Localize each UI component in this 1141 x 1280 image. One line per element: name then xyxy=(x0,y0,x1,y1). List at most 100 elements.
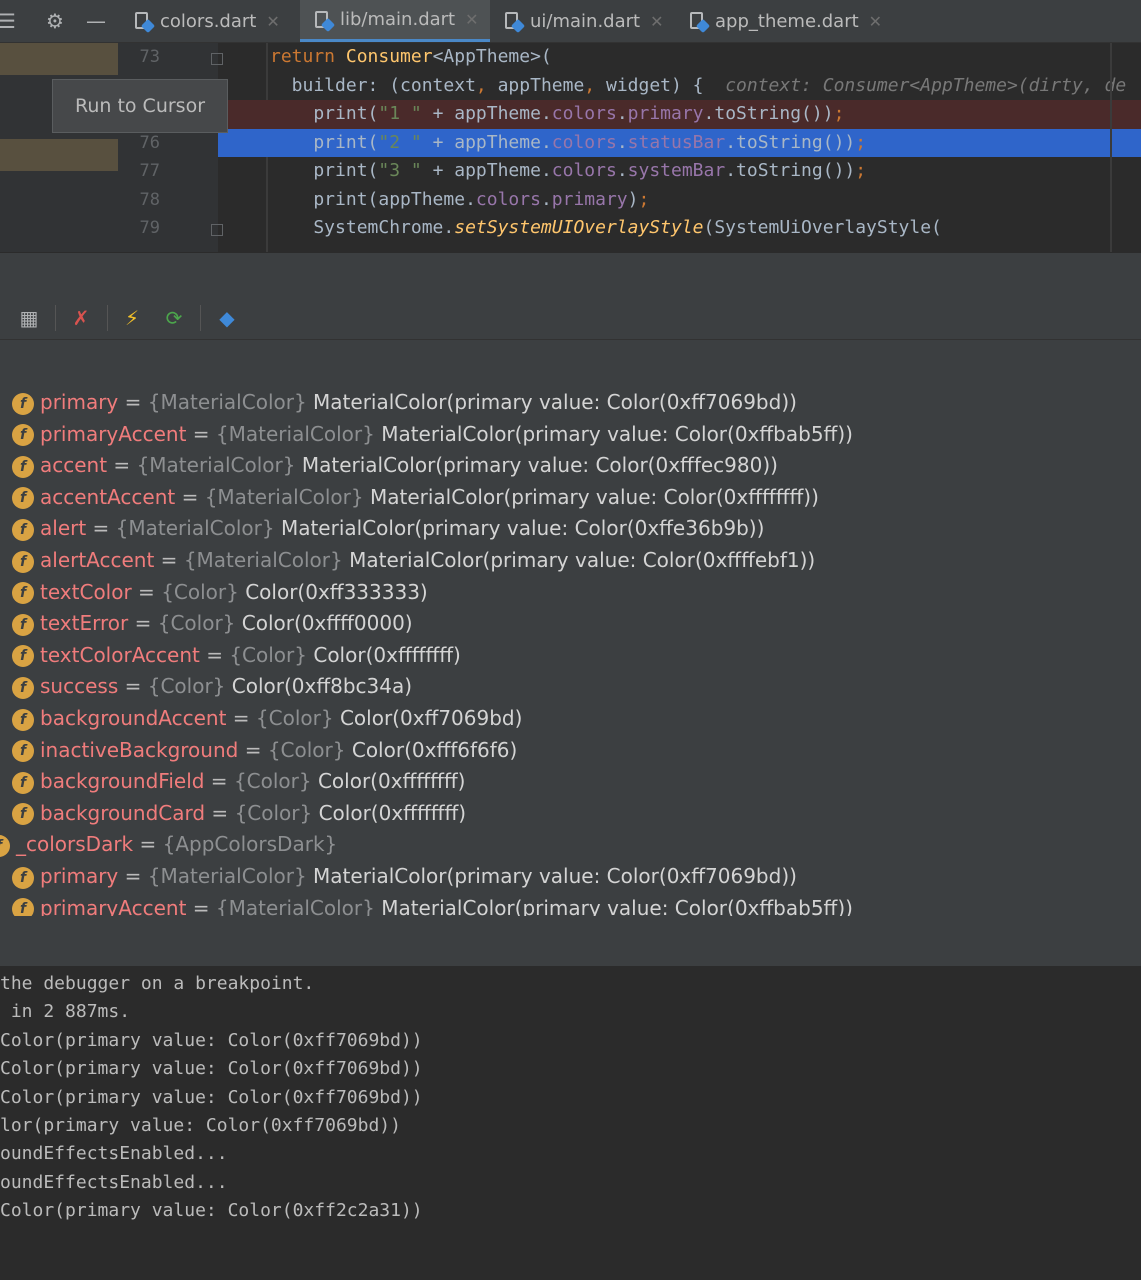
code-token: Consumer xyxy=(345,46,433,67)
code-token: widget) { xyxy=(605,74,726,96)
variable-row[interactable]: f primaryAccent = {MaterialColor} Materia… xyxy=(12,893,853,916)
code-token: .toString()) xyxy=(725,160,856,181)
code-token: .toString()) xyxy=(703,103,834,124)
variable-value: MaterialColor(primary value: Color(0xfff… xyxy=(349,548,816,572)
variable-name: alert xyxy=(40,516,87,541)
tab-label: lib/main.dart xyxy=(340,9,456,30)
code-line[interactable]: SystemChrome.setSystemUIOverlayStyle(Sys… xyxy=(218,214,1141,243)
variable-row[interactable]: f backgroundCard = {Color} Color(0xffffff… xyxy=(12,798,466,830)
close-icon[interactable]: ✕ xyxy=(869,12,882,31)
console-line: in 2 887ms. xyxy=(0,1001,131,1023)
variable-row[interactable]: f textColorAccent = {Color} Color(0xfffff… xyxy=(12,640,461,672)
code-token: , xyxy=(475,74,498,96)
code-token: builder: (context xyxy=(270,74,476,96)
gear-icon[interactable]: ⚙ xyxy=(40,6,70,36)
tab-ui-main-dart[interactable]: ui/main.dart ✕ xyxy=(490,0,675,42)
console-line: Color(primary value: Color(0xff7069bd)) xyxy=(0,1086,423,1108)
calculator-icon[interactable]: ▦ xyxy=(14,303,44,333)
variable-row[interactable]: f inactiveBackground = {Color} Color(0xff… xyxy=(12,735,517,767)
close-icon[interactable]: ✕ xyxy=(465,10,478,29)
variable-row[interactable]: f textColor = {Color} Color(0xff333333) xyxy=(12,577,428,609)
editor-tab-bar: ☰ ⚙ — colors.dart ✕ lib/main.dart ✕ ui/main.… xyxy=(0,0,1141,43)
field-icon: f xyxy=(12,708,34,731)
variable-name: alertAccent xyxy=(40,548,155,572)
equals-sign: = xyxy=(175,484,205,509)
variable-type: {MaterialColor} xyxy=(215,895,375,916)
equals-sign: = xyxy=(204,769,234,794)
tab-lib-main-dart[interactable]: lib/main.dart ✕ xyxy=(300,0,490,42)
variable-row[interactable]: f textError = {Color} Color(0xffff0000) xyxy=(12,608,413,640)
code-line[interactable]: builder: (context, appTheme, widget) { c… xyxy=(218,72,1141,101)
variable-value: MaterialColor(primary value: Color(0xffe… xyxy=(280,516,765,541)
variable-value: Color(0xffff0000) xyxy=(241,611,413,636)
debug-console[interactable]: the debugger on a breakpoint. in 2 887ms… xyxy=(0,967,1141,1280)
variable-name: accent xyxy=(40,453,108,478)
variable-name: _colorsDark xyxy=(16,832,134,857)
code-token: (SystemUiOverlayStyle( xyxy=(703,217,942,238)
variable-row[interactable]: f accent = {MaterialColor} MaterialColor(… xyxy=(12,450,778,482)
code-token: print( xyxy=(270,160,379,181)
variables-tree[interactable]: f primary = {MaterialColor} MaterialColor… xyxy=(0,384,1141,916)
console-header xyxy=(0,916,1141,967)
close-icon[interactable]: ✕ xyxy=(266,12,279,31)
code-line[interactable]: print("3 " + appTheme.colors.systemBar.t… xyxy=(218,157,1141,186)
code-editor[interactable]: 73 76 77 78 79 return Consumer<AppTheme>( bu… xyxy=(0,43,1141,252)
code-area[interactable]: return Consumer<AppTheme>( builder: (con… xyxy=(218,43,1141,252)
variable-row[interactable]: f accentAccent = {MaterialColor} Material… xyxy=(12,482,819,514)
toolbar-separator xyxy=(107,305,108,331)
code-line[interactable]: print("1 " + appTheme.colors.primary.toS… xyxy=(218,100,1141,129)
variable-row[interactable]: f primaryAccent = {MaterialColor} Materia… xyxy=(12,419,853,451)
field-icon: f xyxy=(12,582,34,605)
equals-sign: = xyxy=(186,421,216,446)
variable-row[interactable]: f alert = {MaterialColor} MaterialColor(p… xyxy=(12,513,764,545)
variable-value: MaterialColor(primary value: Color(0xffb… xyxy=(381,895,853,916)
dart-devtools-icon[interactable]: ◆ xyxy=(212,303,242,333)
variable-row[interactable]: f primary = {MaterialColor} MaterialColor… xyxy=(12,387,797,419)
variable-row[interactable]: f backgroundAccent = {Color} Color(0xff70… xyxy=(12,703,522,735)
code-token: colors xyxy=(551,160,617,181)
console-line: oundEffectsEnabled... xyxy=(0,1143,228,1165)
variable-name: textError xyxy=(40,611,129,636)
code-token: . xyxy=(616,103,628,124)
equals-sign: = xyxy=(131,579,162,604)
code-token: , xyxy=(584,74,606,96)
code-token: . xyxy=(616,131,628,153)
variable-type: {Color} xyxy=(161,579,239,604)
variable-value: Color(0xffffffff) xyxy=(317,769,466,794)
tab-app-theme-dart[interactable]: app_theme.dart ✕ xyxy=(675,0,895,42)
equals-sign: = xyxy=(118,864,148,888)
collapse-icon[interactable]: ☰ xyxy=(0,6,22,36)
code-token: colors xyxy=(551,131,617,153)
console-line: oundEffectsEnabled... xyxy=(0,1171,228,1193)
variable-row[interactable]: f _colorsDark = {AppColorsDark} xyxy=(0,829,337,861)
variable-row[interactable]: f alertAccent = {MaterialColor} MaterialC… xyxy=(12,545,815,577)
variable-row[interactable]: f backgroundField = {Color} Color(0xfffff… xyxy=(12,766,465,798)
equals-sign: = xyxy=(118,390,148,414)
variable-value: Color(0xffffffff) xyxy=(318,800,467,825)
console-line: the debugger on a breakpoint. xyxy=(0,973,315,994)
code-token: ; xyxy=(833,103,845,124)
code-line[interactable]: print(appTheme.colors.primary); xyxy=(218,186,1141,215)
variable-row[interactable]: f success = {Color} Color(0xff8bc34a) xyxy=(12,671,412,703)
variable-row[interactable]: f primary = {MaterialColor} MaterialColor… xyxy=(12,861,797,893)
clear-breakpoints-icon[interactable]: ✗ xyxy=(66,303,96,333)
minimize-icon[interactable]: — xyxy=(81,6,111,36)
code-line[interactable]: return Consumer<AppTheme>( xyxy=(218,43,1141,72)
code-token: + appTheme. xyxy=(421,131,552,153)
variable-value: MaterialColor(primary value: Color(0xff7… xyxy=(313,390,797,414)
field-icon: f xyxy=(12,645,34,668)
tab-colors-dart[interactable]: colors.dart ✕ xyxy=(120,0,300,42)
variable-value: Color(0xff333333) xyxy=(245,579,428,604)
tab-label: ui/main.dart xyxy=(530,10,641,32)
dart-file-icon xyxy=(314,10,336,32)
code-line-execution-point[interactable]: print("2 " + appTheme.colors.statusBar.t… xyxy=(218,128,1141,157)
lightning-icon[interactable]: ⚡ xyxy=(117,303,147,333)
toolbar-separator xyxy=(200,305,201,331)
variable-value: MaterialColor(primary value: Color(0xfff… xyxy=(301,453,778,478)
close-icon[interactable]: ✕ xyxy=(650,12,663,31)
line-number: 73 xyxy=(139,47,160,67)
variable-name: textColorAccent xyxy=(40,642,200,667)
line-number: 79 xyxy=(139,218,160,238)
run-to-cursor-tooltip: Run to Cursor xyxy=(52,79,228,133)
hot-reload-icon[interactable]: ⟳ xyxy=(159,303,189,333)
